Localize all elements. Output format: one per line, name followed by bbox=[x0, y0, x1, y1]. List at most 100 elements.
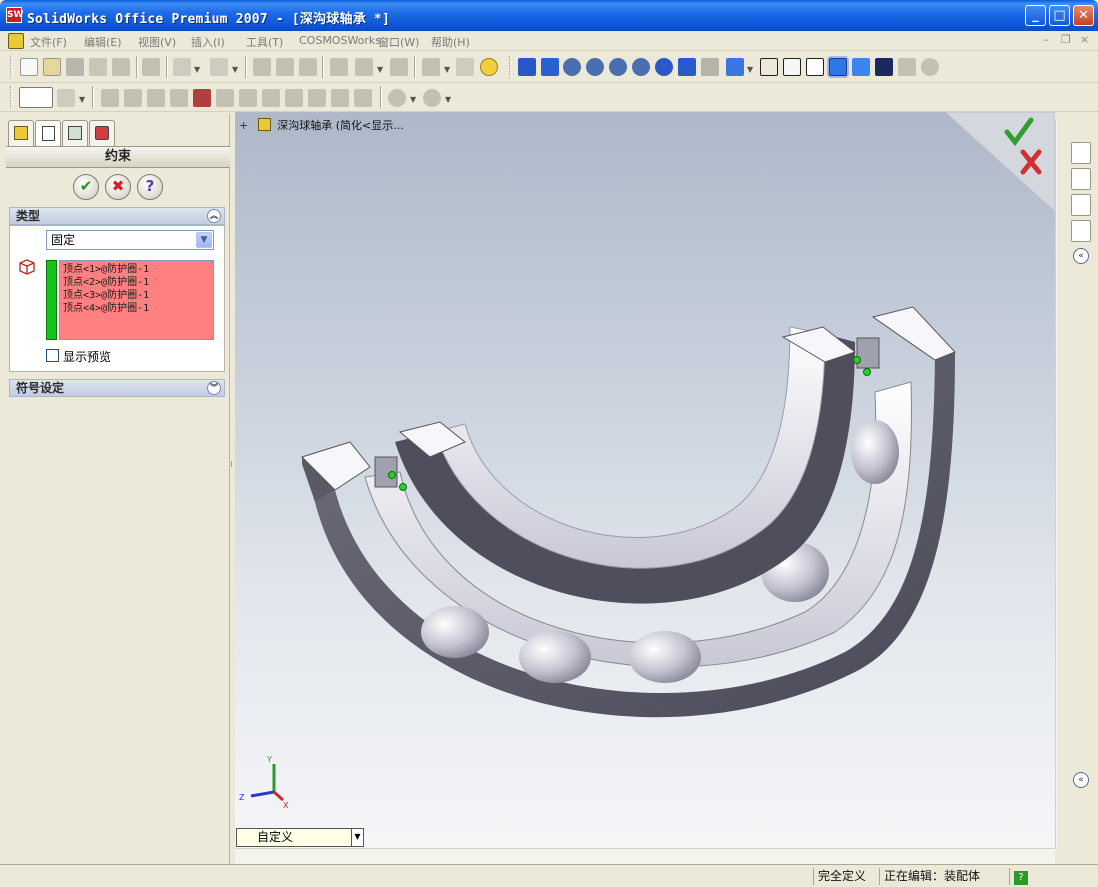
redo-icon[interactable] bbox=[210, 58, 228, 76]
save-icon[interactable] bbox=[66, 58, 84, 76]
dimension-icon[interactable] bbox=[299, 58, 317, 76]
menu-view[interactable]: 视图(V) bbox=[138, 34, 176, 50]
tab-property-manager[interactable] bbox=[35, 120, 61, 147]
wireframe-icon[interactable] bbox=[760, 58, 778, 76]
hidden-lines-removed-icon[interactable] bbox=[806, 58, 824, 76]
zoom-selection-icon[interactable] bbox=[632, 58, 650, 76]
shadows-icon[interactable] bbox=[875, 58, 893, 76]
print-icon[interactable] bbox=[89, 58, 107, 76]
hole-series-icon[interactable] bbox=[216, 89, 234, 107]
view-orientation-combo[interactable]: 自定义 ▼ bbox=[236, 828, 364, 847]
explode-line-icon[interactable] bbox=[262, 89, 280, 107]
collapse-up-icon[interactable]: ︽ bbox=[207, 209, 221, 223]
rotate-view-icon[interactable] bbox=[655, 58, 673, 76]
doc-close-icon[interactable]: × bbox=[1080, 33, 1089, 46]
rebuild-icon[interactable] bbox=[142, 58, 160, 76]
shaded-with-edges-icon[interactable] bbox=[829, 58, 847, 76]
maximize-button[interactable]: □ bbox=[1049, 5, 1070, 26]
smart-fasteners-icon[interactable] bbox=[170, 89, 188, 107]
toolbar-grip[interactable] bbox=[10, 86, 13, 108]
bearing-model[interactable] bbox=[235, 112, 1055, 850]
cancel-button[interactable]: ✖ bbox=[105, 174, 131, 200]
zoom-fit-icon[interactable] bbox=[563, 58, 581, 76]
component-icon[interactable] bbox=[422, 58, 440, 76]
chevron-down-icon[interactable]: ▼ bbox=[196, 232, 212, 248]
ok-button[interactable]: ✔ bbox=[73, 174, 99, 200]
task-pane-home-icon[interactable] bbox=[1071, 142, 1091, 164]
selected-vertices-list[interactable]: 顶点<1>@防护圈-1 顶点<2>@防护圈-1 顶点<3>@防护圈-1 顶点<4… bbox=[59, 260, 214, 340]
doc-minimize-icon[interactable]: – bbox=[1043, 33, 1049, 46]
menu-window[interactable]: 窗口(W) bbox=[378, 34, 419, 50]
interference-icon[interactable] bbox=[193, 89, 211, 107]
help-status[interactable]: ? bbox=[1009, 868, 1039, 885]
toolbar-grip[interactable] bbox=[10, 56, 13, 78]
insert-component-dropdown-icon[interactable]: ▼ bbox=[79, 95, 85, 104]
pan-icon[interactable] bbox=[678, 58, 696, 76]
graphics-viewport[interactable]: + 深沟球轴承 (简化<显示... Y Z X bbox=[235, 112, 1055, 850]
component-dropdown-icon[interactable]: ▼ bbox=[444, 65, 450, 74]
list-item[interactable]: 顶点<4>@防护圈-1 bbox=[63, 302, 210, 315]
options-icon[interactable] bbox=[112, 58, 130, 76]
undo-dropdown-icon[interactable]: ▼ bbox=[194, 65, 200, 74]
show-preview-checkbox[interactable] bbox=[46, 349, 59, 362]
menu-file[interactable]: 文件(F) bbox=[30, 34, 67, 50]
rotate-component-icon[interactable] bbox=[147, 89, 165, 107]
sketch-relations-icon[interactable] bbox=[355, 58, 373, 76]
move-component-icon[interactable] bbox=[124, 89, 142, 107]
horizontal-scrollbar[interactable] bbox=[235, 848, 1055, 864]
file-explorer-icon[interactable] bbox=[1071, 194, 1091, 216]
smart-mate-icon[interactable] bbox=[390, 58, 408, 76]
undo-icon[interactable] bbox=[173, 58, 191, 76]
sketch-dropdown-icon[interactable]: ▼ bbox=[377, 65, 383, 74]
status-help-icon[interactable]: ? bbox=[1014, 871, 1028, 885]
view-palette-icon[interactable] bbox=[1071, 220, 1091, 242]
close-button[interactable]: ✕ bbox=[1073, 5, 1094, 26]
redo-dropdown-icon[interactable]: ▼ bbox=[232, 65, 238, 74]
menu-edit[interactable]: 编辑(E) bbox=[84, 34, 122, 50]
expand-down-icon[interactable]: ︾ bbox=[207, 381, 221, 395]
tab-feature-manager[interactable] bbox=[8, 120, 34, 146]
select-edge-icon[interactable] bbox=[518, 58, 536, 76]
minimize-button[interactable]: _ bbox=[1025, 5, 1046, 26]
panel-splitter-handle[interactable]: ⁝ bbox=[230, 461, 234, 486]
normal-to-icon[interactable] bbox=[541, 58, 559, 76]
constraint-type-select[interactable]: 固定 ▼ bbox=[46, 230, 214, 250]
list-item[interactable]: 顶点<2>@防护圈-1 bbox=[63, 276, 210, 289]
assembly-mode-icon[interactable] bbox=[19, 87, 53, 108]
zoom-area-icon[interactable] bbox=[586, 58, 604, 76]
menu-cosmosworks[interactable]: COSMOSWorks bbox=[299, 34, 381, 47]
explode-view-icon[interactable] bbox=[239, 89, 257, 107]
view-orientation-dropdown-icon[interactable]: ▼ bbox=[747, 65, 753, 74]
edit-component-icon[interactable] bbox=[331, 89, 349, 107]
no-external-refs-icon[interactable] bbox=[354, 89, 372, 107]
realview-icon[interactable] bbox=[921, 58, 939, 76]
list-item[interactable]: 顶点<1>@防护圈-1 bbox=[63, 263, 210, 276]
assembly-features-icon[interactable] bbox=[388, 89, 406, 107]
hidden-lines-visible-icon[interactable] bbox=[783, 58, 801, 76]
chevron-down-icon[interactable]: ▼ bbox=[351, 829, 363, 846]
assembly-features-dropdown-icon[interactable]: ▼ bbox=[410, 95, 416, 104]
change-suppression-icon[interactable] bbox=[308, 89, 326, 107]
menu-tools[interactable]: 工具(T) bbox=[246, 34, 283, 50]
tab-display-manager[interactable] bbox=[89, 120, 115, 146]
hide-show-icon[interactable] bbox=[285, 89, 303, 107]
doc-restore-icon[interactable]: ❐ bbox=[1061, 33, 1071, 46]
view-orientation-icon[interactable] bbox=[726, 58, 744, 76]
toolbar-grip[interactable] bbox=[509, 56, 512, 78]
menu-help[interactable]: 帮助(H) bbox=[431, 34, 470, 50]
design-library-icon[interactable] bbox=[1071, 168, 1091, 190]
collapse-task-pane-icon[interactable]: « bbox=[1073, 772, 1089, 788]
help-icon[interactable] bbox=[480, 58, 498, 76]
select-arrow-icon[interactable] bbox=[253, 58, 271, 76]
previous-view-icon[interactable] bbox=[701, 58, 719, 76]
simulation-dropdown-icon[interactable]: ▼ bbox=[445, 95, 451, 104]
help-button[interactable]: ? bbox=[137, 174, 163, 200]
section-view-icon[interactable] bbox=[898, 58, 916, 76]
tab-configuration-manager[interactable] bbox=[62, 120, 88, 146]
menu-insert[interactable]: 插入(I) bbox=[191, 34, 225, 50]
type-section-header[interactable]: 类型 ︽ bbox=[9, 207, 225, 225]
solidworks-app-icon[interactable]: SW bbox=[6, 7, 23, 23]
open-folder-icon[interactable] bbox=[43, 58, 61, 76]
insert-component-icon[interactable] bbox=[57, 89, 75, 107]
new-document-icon[interactable] bbox=[20, 58, 38, 76]
